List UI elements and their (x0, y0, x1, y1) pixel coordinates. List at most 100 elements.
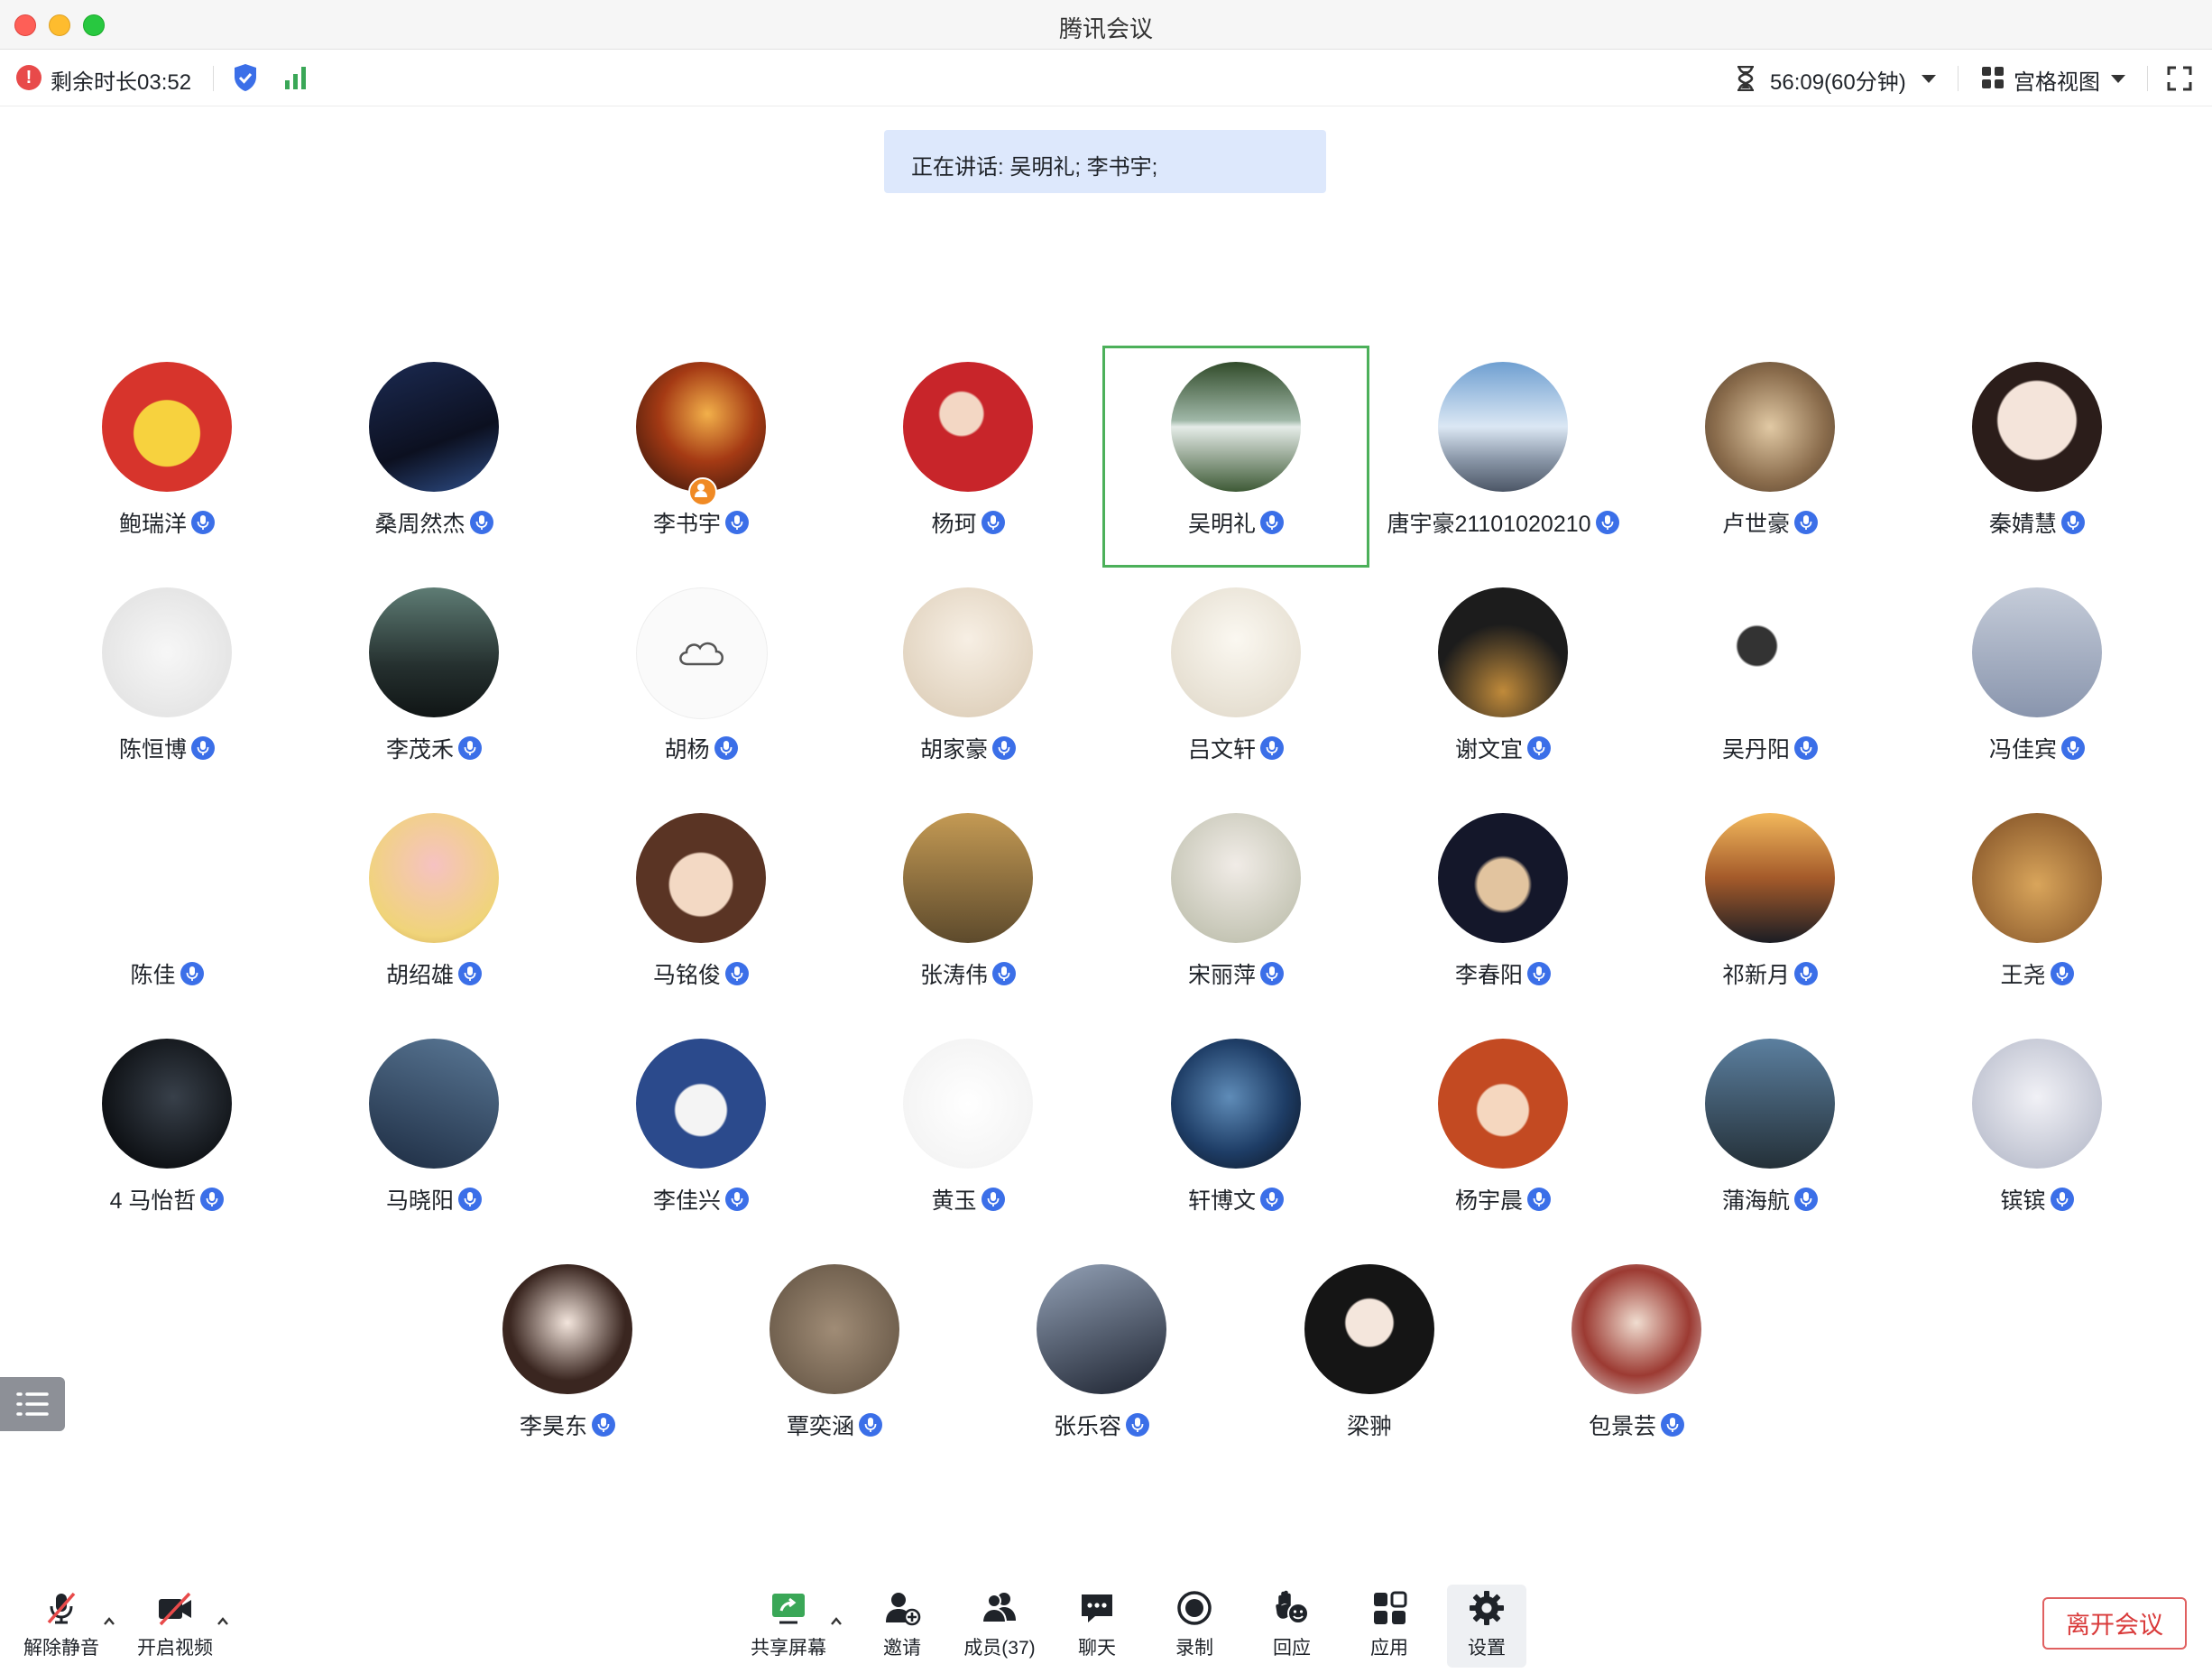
participant-name-row: 王尧 (1903, 957, 2171, 990)
participant-tile[interactable]: 吴丹阳 (1636, 571, 1903, 793)
mic-icon (1794, 511, 1818, 534)
grid-view-icon (1982, 67, 2004, 88)
invite-button[interactable]: 邀请 (857, 1588, 947, 1664)
start-video-button[interactable]: 开启视频 (130, 1588, 220, 1664)
mic-icon (981, 1188, 1005, 1211)
avatar (369, 813, 499, 943)
chevron-up-icon[interactable] (830, 1615, 843, 1628)
mic-icon (1794, 736, 1818, 760)
participant-name: 轩博文 (1187, 1188, 1256, 1214)
participant-name-row: 覃奕涵 (701, 1409, 968, 1441)
mic-icon (725, 1188, 749, 1211)
avatar (1171, 362, 1301, 492)
apps-button[interactable]: 应用 (1344, 1588, 1434, 1664)
participant-name: 4 马怡哲 (109, 1188, 197, 1214)
participant-tile[interactable]: 张涛伟 (834, 797, 1101, 1019)
participant-tile[interactable]: 覃奕涵 (701, 1248, 968, 1470)
participant-tile[interactable]: 王尧 (1903, 797, 2171, 1019)
record-button[interactable]: 录制 (1149, 1588, 1240, 1664)
participant-tile[interactable]: 李昊东 (434, 1248, 701, 1470)
chevron-down-icon[interactable] (1922, 75, 1936, 83)
participant-name: 冯佳宾 (1988, 737, 2057, 763)
participant-name: 吕文轩 (1187, 737, 1256, 763)
avatar (1972, 1039, 2102, 1169)
unmute-button[interactable]: 解除静音 (16, 1588, 106, 1664)
participant-tile[interactable]: 马晓阳 (300, 1022, 567, 1244)
members-button[interactable]: 成员(37) (954, 1588, 1045, 1664)
react-button[interactable]: 回应 (1247, 1588, 1337, 1664)
view-mode-selector[interactable]: 宫格视图 (2014, 64, 2100, 96)
record-icon (1177, 1591, 1212, 1625)
participant-tile[interactable]: 马铭俊 (567, 797, 834, 1019)
shield-icon[interactable] (233, 63, 258, 92)
mic-icon (200, 1188, 225, 1211)
participant-tile[interactable]: 梁翀 (1236, 1248, 1503, 1470)
participant-tile[interactable]: 陈恒博 (33, 571, 300, 793)
participant-name-row: 祁新月 (1636, 957, 1903, 990)
participant-tile[interactable]: 胡绍雄 (300, 797, 567, 1019)
participant-tile[interactable]: 秦婧慧 (1903, 346, 2171, 568)
unmute-label: 解除静音 (23, 1638, 99, 1659)
participant-name-row: 李昊东 (434, 1409, 701, 1441)
participant-name: 马铭俊 (652, 963, 721, 988)
participant-tile[interactable]: 谢文宜 (1369, 571, 1636, 793)
participant-tile[interactable]: 李佳兴 (567, 1022, 834, 1244)
participant-tile[interactable]: 李书宇 (567, 346, 834, 568)
participant-tile[interactable]: 吴明礼 (1102, 346, 1369, 568)
participant-tile[interactable]: 胡家豪 (834, 571, 1101, 793)
participant-tile[interactable]: 蒲海航 (1636, 1022, 1903, 1244)
participant-list-toggle[interactable] (0, 1377, 65, 1431)
participant-tile[interactable]: 祁新月 (1636, 797, 1903, 1019)
start-video-label: 开启视频 (137, 1638, 213, 1659)
meeting-timer[interactable]: 56:09(60分钟) (1770, 64, 1906, 96)
participant-tile[interactable]: 包景芸 (1503, 1248, 1770, 1470)
participant-tile[interactable]: 张乐容 (968, 1248, 1235, 1470)
signal-icon[interactable] (283, 66, 309, 89)
mic-icon (1260, 962, 1284, 985)
participant-tile[interactable]: 杨宇晨 (1369, 1022, 1636, 1244)
mic-icon (725, 962, 749, 985)
participant-tile[interactable]: 唐宇豪21101020210 (1369, 346, 1636, 568)
chat-button[interactable]: 聊天 (1052, 1588, 1142, 1664)
share-screen-icon (772, 1594, 805, 1624)
participant-tile[interactable]: 李春阳 (1369, 797, 1636, 1019)
participant-tile[interactable]: 胡杨 (567, 571, 834, 793)
chevron-up-icon[interactable] (217, 1615, 229, 1628)
fullscreen-icon[interactable] (2167, 66, 2192, 91)
participant-name-row: 胡家豪 (834, 732, 1101, 764)
participant-name-row: 张涛伟 (834, 957, 1101, 990)
mic-icon (458, 736, 482, 760)
chevron-down-icon[interactable] (2111, 75, 2125, 83)
avatar (1438, 587, 1568, 717)
participant-tile[interactable]: 4 马怡哲 (33, 1022, 300, 1244)
mic-icon (1126, 1413, 1149, 1437)
participant-name: 谢文宜 (1454, 737, 1523, 763)
avatar (903, 587, 1033, 717)
participant-tile[interactable]: 镔镔 (1903, 1022, 2171, 1244)
avatar (1037, 1264, 1166, 1394)
participant-tile[interactable]: 杨珂 (834, 346, 1101, 568)
participant-name: 蒲海航 (1721, 1188, 1790, 1214)
participant-tile[interactable]: 鲍瑞洋 (33, 346, 300, 568)
participant-tile[interactable]: 轩博文 (1102, 1022, 1369, 1244)
participant-tile[interactable]: 黄玉 (834, 1022, 1101, 1244)
participant-name-row: 张乐容 (968, 1409, 1235, 1441)
participant-tile[interactable]: 陈佳 (33, 797, 300, 1019)
participant-tile[interactable]: 宋丽萍 (1102, 797, 1369, 1019)
participant-tile[interactable]: 桑周然杰 (300, 346, 567, 568)
participant-name: 马晓阳 (385, 1188, 454, 1214)
reaction-icon (1276, 1590, 1309, 1624)
participant-tile[interactable]: 李茂禾 (300, 571, 567, 793)
participant-tile[interactable]: 冯佳宾 (1903, 571, 2171, 793)
leave-meeting-button[interactable]: 离开会议 (2042, 1597, 2187, 1650)
settings-button[interactable]: 设置 (1447, 1585, 1526, 1668)
avatar (1171, 1039, 1301, 1169)
chevron-up-icon[interactable] (103, 1615, 115, 1628)
participant-name: 胡杨 (664, 737, 710, 763)
participant-name-row: 唐宇豪21101020210 (1369, 506, 1636, 539)
participant-name-row: 杨宇晨 (1369, 1183, 1636, 1215)
share-screen-button[interactable]: 共享屏幕 (743, 1588, 834, 1664)
avatar (102, 362, 232, 492)
participant-tile[interactable]: 卢世豪 (1636, 346, 1903, 568)
participant-tile[interactable]: 吕文轩 (1102, 571, 1369, 793)
